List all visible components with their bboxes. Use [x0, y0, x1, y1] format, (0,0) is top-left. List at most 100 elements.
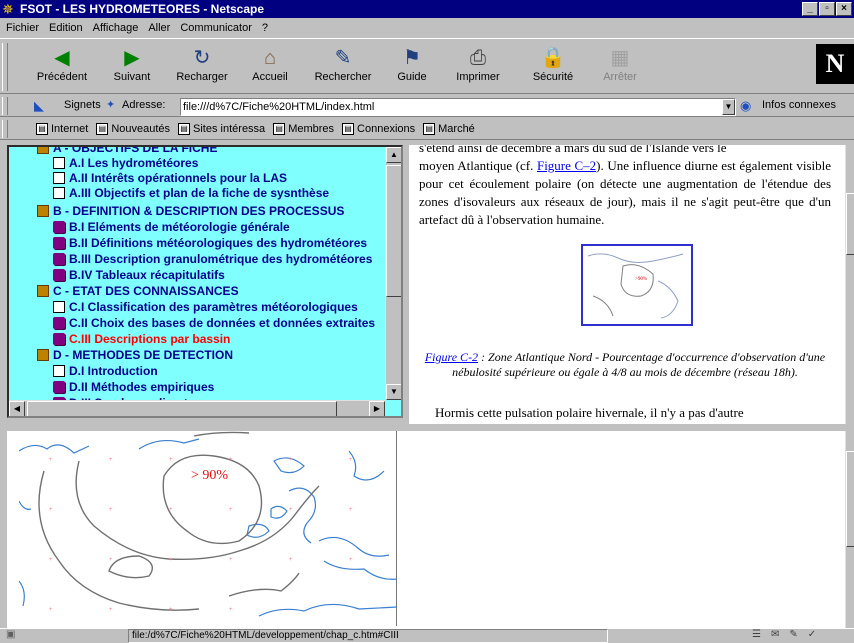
minimize-button[interactable]: _: [802, 2, 818, 16]
scroll-thumb[interactable]: [386, 165, 401, 297]
location-grip[interactable]: [2, 97, 8, 115]
maximize-button[interactable]: ▫: [819, 2, 835, 16]
menu-edition[interactable]: Edition: [49, 22, 83, 34]
toc-item-a2[interactable]: A.II Intérêts opérationnels pour la LAS: [53, 171, 287, 186]
page-icon: [53, 172, 65, 184]
toc-section-d[interactable]: D - METHODES DE DETECTION: [37, 348, 233, 363]
toc-vertical-scrollbar[interactable]: ▲ ▼: [385, 147, 401, 400]
figure-map: > 90% + + + + + + + + + + + + + + + + + + + + + +: [18, 431, 398, 626]
toc-item-b2[interactable]: B.II Définitions météorologiques des hyd…: [53, 236, 367, 251]
home-button[interactable]: ⌂ Accueil: [244, 45, 296, 91]
toc-horizontal-scrollbar[interactable]: ◀ ▶: [9, 400, 385, 416]
bookmark-label: Internet: [51, 122, 89, 135]
toc-item-c2[interactable]: C.II Choix des bases de données et donné…: [53, 316, 375, 331]
search-button[interactable]: ✎ Rechercher: [306, 45, 380, 91]
book-icon: [53, 269, 65, 281]
mail-icon[interactable]: ✉: [771, 629, 779, 640]
toc-label: B.IV Tableaux récapitulatifs: [69, 268, 225, 282]
svg-text:+: +: [289, 457, 293, 463]
book-icon: [53, 253, 65, 265]
bookmark-marche[interactable]: ▤ Marché: [423, 122, 475, 135]
netscape-app-icon[interactable]: ✵: [2, 1, 18, 17]
svg-text:+: +: [349, 557, 353, 563]
toc-item-d2[interactable]: D.II Méthodes empiriques: [53, 380, 214, 395]
page-icon: [53, 365, 65, 377]
svg-text:+: +: [49, 557, 53, 563]
print-button[interactable]: ⎙ Imprimer: [448, 45, 508, 91]
toc-section-a[interactable]: A - OBJECTIFS DE LA FICHE: [37, 147, 217, 156]
content-frame: s'étend ainsi de décembre à mars du sud …: [409, 145, 845, 424]
toc-item-c3[interactable]: C.III Descriptions par bassin: [53, 332, 230, 347]
svg-text:+: +: [109, 607, 113, 613]
bookmarks-icon[interactable]: ◣: [34, 98, 44, 114]
bookmark-icon: ▤: [342, 122, 355, 135]
back-button[interactable]: ◀ Précédent: [28, 45, 96, 91]
related-button[interactable]: Infos connexes: [762, 99, 836, 111]
menu-communicator[interactable]: Communicator: [180, 22, 252, 34]
personal-toolbar: ▤ Internet ▤ Nouveautés ▤ Sites intéressa ▤…: [0, 118, 854, 140]
toc-label: A.I Les hydrométéores: [69, 156, 199, 170]
address-dropdown-button[interactable]: ▼: [722, 99, 735, 115]
bookmark-nouveautes[interactable]: ▤ Nouveautés: [96, 122, 170, 135]
toc-section-c[interactable]: C - ETAT DES CONNAISSANCES: [37, 284, 239, 299]
toc-item-c1[interactable]: C.I Classification des paramètres météor…: [53, 300, 358, 315]
toolbar-grip[interactable]: [2, 43, 8, 91]
personal-grip[interactable]: [2, 120, 8, 138]
content-vertical-scrollbar[interactable]: [845, 145, 854, 424]
bookmark-internet[interactable]: ▤ Internet: [36, 122, 89, 135]
scroll-right-button[interactable]: ▶: [369, 401, 385, 416]
map-vertical-scrollbar[interactable]: [845, 431, 854, 628]
composer-icon[interactable]: ✎: [789, 629, 797, 640]
scroll-up-button[interactable]: ▲: [386, 147, 401, 163]
bookmark-membres[interactable]: ▤ Membres: [273, 122, 334, 135]
status-url: file:/d%7C/Fiche%20HTML/developpement/ch…: [128, 629, 608, 643]
svg-text:+: +: [169, 507, 173, 513]
svg-text:+: +: [169, 557, 173, 563]
toc-label: B.III Description granulométrique des hy…: [69, 252, 373, 266]
menu-help[interactable]: ?: [262, 22, 268, 34]
toc-label: C - ETAT DES CONNAISSANCES: [53, 284, 239, 298]
svg-text:+: +: [229, 507, 233, 513]
toc-item-a1[interactable]: A.I Les hydrométéores: [53, 156, 198, 171]
toc-item-b1[interactable]: B.I Eléments de météorologie générale: [53, 220, 290, 235]
security-button[interactable]: 🔒 Sécurité: [524, 45, 582, 91]
open-book-icon: [37, 205, 49, 217]
svg-text:+: +: [229, 607, 233, 613]
netscape-logo[interactable]: N: [816, 44, 854, 84]
content-scroll-thumb[interactable]: [846, 193, 854, 255]
guide-button[interactable]: ⚑ Guide: [390, 45, 434, 91]
bookmark-label: Sites intéressa: [193, 122, 266, 135]
home-label: Accueil: [252, 71, 288, 83]
figure-c2-thumbnail[interactable]: >90%: [581, 244, 693, 326]
toc-section-b[interactable]: B - DEFINITION & DESCRIPTION DES PROCESS…: [37, 204, 344, 219]
svg-text:+: +: [349, 457, 353, 463]
toc-item-d1[interactable]: D.I Introduction: [53, 364, 158, 379]
scroll-left-button[interactable]: ◀: [9, 401, 25, 416]
menu-bar: Fichier Edition Affichage Aller Communic…: [0, 18, 854, 37]
address-input[interactable]: file:///d%7C/Fiche%20HTML/index.html: [180, 98, 736, 116]
figure-c2-link[interactable]: Figure C–2: [537, 158, 596, 173]
menu-fichier[interactable]: Fichier: [6, 22, 39, 34]
bookmark-sites[interactable]: ▤ Sites intéressa: [178, 122, 266, 135]
scroll-down-button[interactable]: ▼: [386, 384, 401, 400]
stop-button[interactable]: ▦ Arrêter: [596, 45, 644, 91]
bookmark-label: Marché: [438, 122, 475, 135]
toc-item-a3[interactable]: A.III Objectifs et plan de la fiche de s…: [53, 186, 329, 201]
reload-button[interactable]: ↻ Recharger: [170, 45, 234, 91]
forward-button[interactable]: ▶ Suivant: [104, 45, 160, 91]
news-icon[interactable]: ✓: [808, 629, 816, 640]
search-label: Rechercher: [314, 71, 372, 83]
toc-item-b3[interactable]: B.III Description granulométrique des hy…: [53, 252, 372, 267]
scroll-thumb[interactable]: [27, 401, 337, 416]
close-button[interactable]: ×: [836, 2, 852, 16]
menu-aller[interactable]: Aller: [148, 22, 170, 34]
toc-item-b4[interactable]: B.IV Tableaux récapitulatifs: [53, 268, 225, 283]
caption-link[interactable]: Figure C-2: [425, 350, 478, 364]
map-scroll-thumb[interactable]: [846, 451, 854, 547]
bookmark-connexions[interactable]: ▤ Connexions: [342, 122, 415, 135]
navigator-icon[interactable]: ☰: [752, 629, 761, 640]
toc-label: A.II Intérêts opérationnels pour la LAS: [69, 171, 288, 185]
menu-affichage[interactable]: Affichage: [93, 22, 139, 34]
bookmarks-button[interactable]: Signets: [64, 99, 101, 111]
svg-text:+: +: [109, 507, 113, 513]
